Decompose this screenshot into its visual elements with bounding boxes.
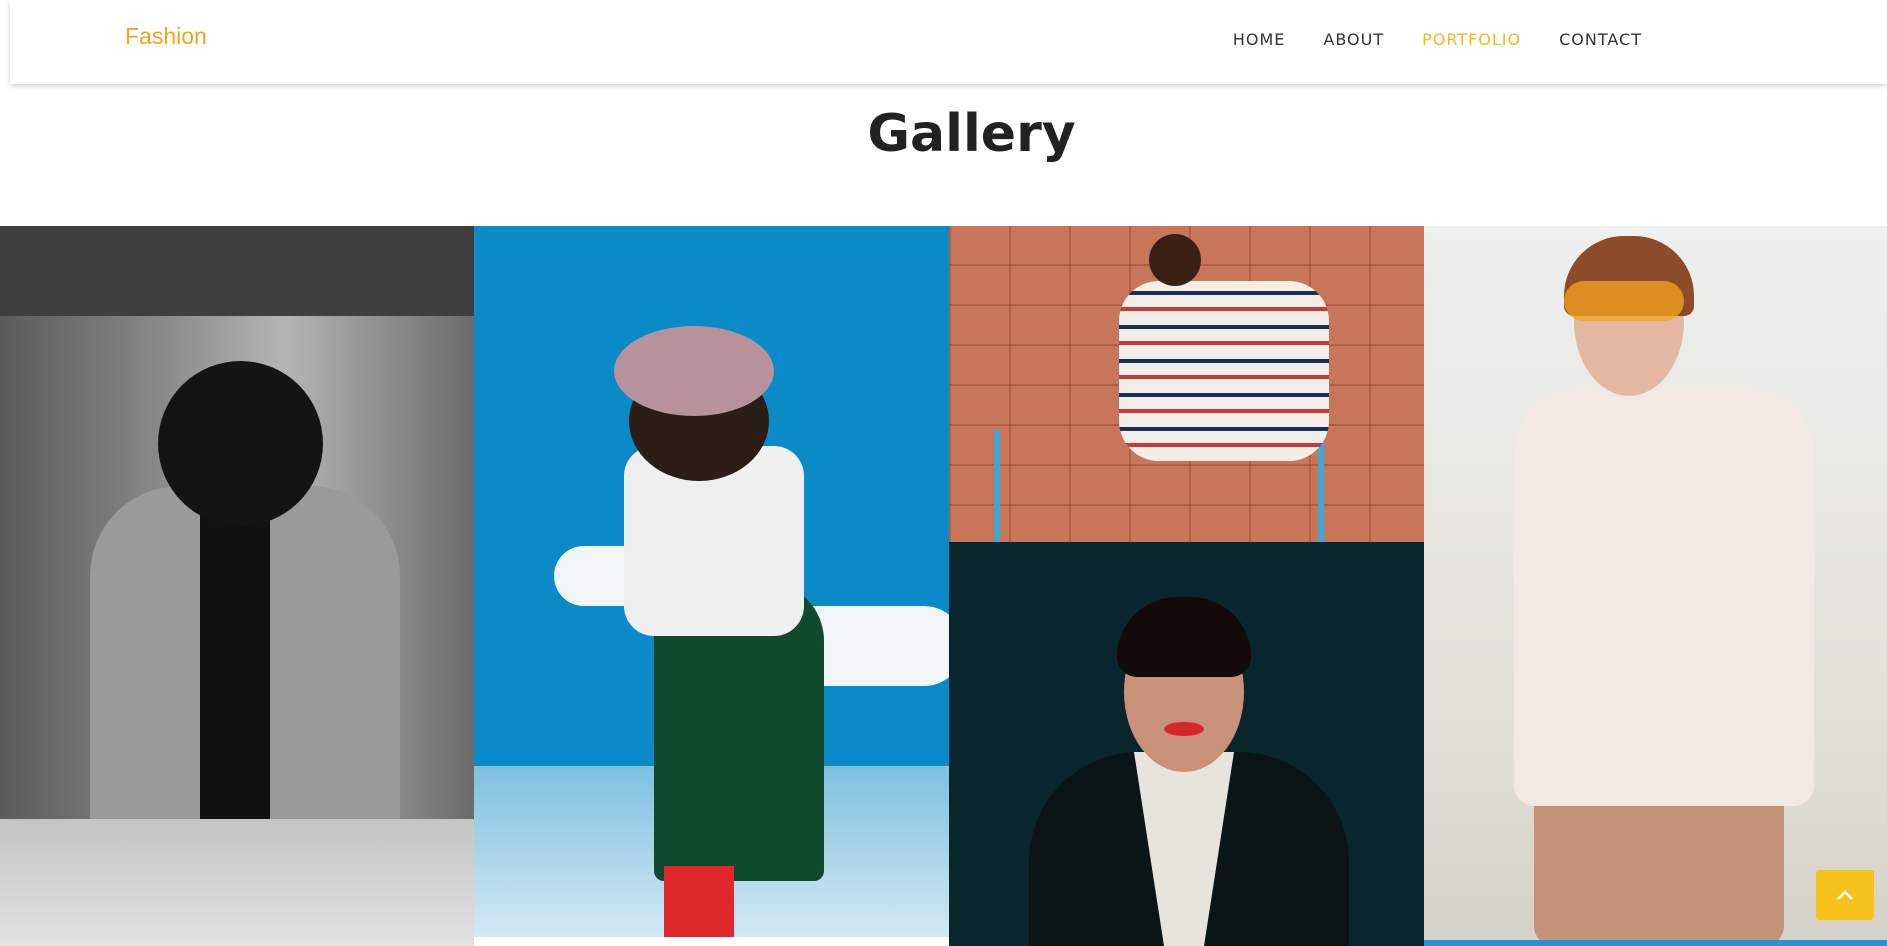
gallery-image-partial[interactable] [0,819,474,946]
chevron-up-icon [1837,890,1853,900]
gallery-image-redhead[interactable] [1424,226,1887,946]
brand-logo[interactable]: Fashion [125,23,207,50]
gallery-image-hat-man[interactable] [0,226,474,819]
gallery-image-brick-wall[interactable] [949,226,1424,542]
navbar: Fashion HOME ABOUT PORTFOLIO CONTACT [10,0,1887,84]
scroll-top-button[interactable] [1816,870,1874,920]
gallery-title: Gallery [867,104,1076,164]
divider [474,937,949,946]
gallery-image-portrait[interactable] [949,542,1424,946]
main-nav: HOME ABOUT PORTFOLIO CONTACT [1233,30,1642,49]
nav-contact[interactable]: CONTACT [1559,30,1642,49]
nav-portfolio[interactable]: PORTFOLIO [1422,30,1521,49]
nav-home[interactable]: HOME [1233,30,1286,49]
gallery-image-sky-woman[interactable] [474,226,949,946]
nav-about[interactable]: ABOUT [1323,30,1384,49]
